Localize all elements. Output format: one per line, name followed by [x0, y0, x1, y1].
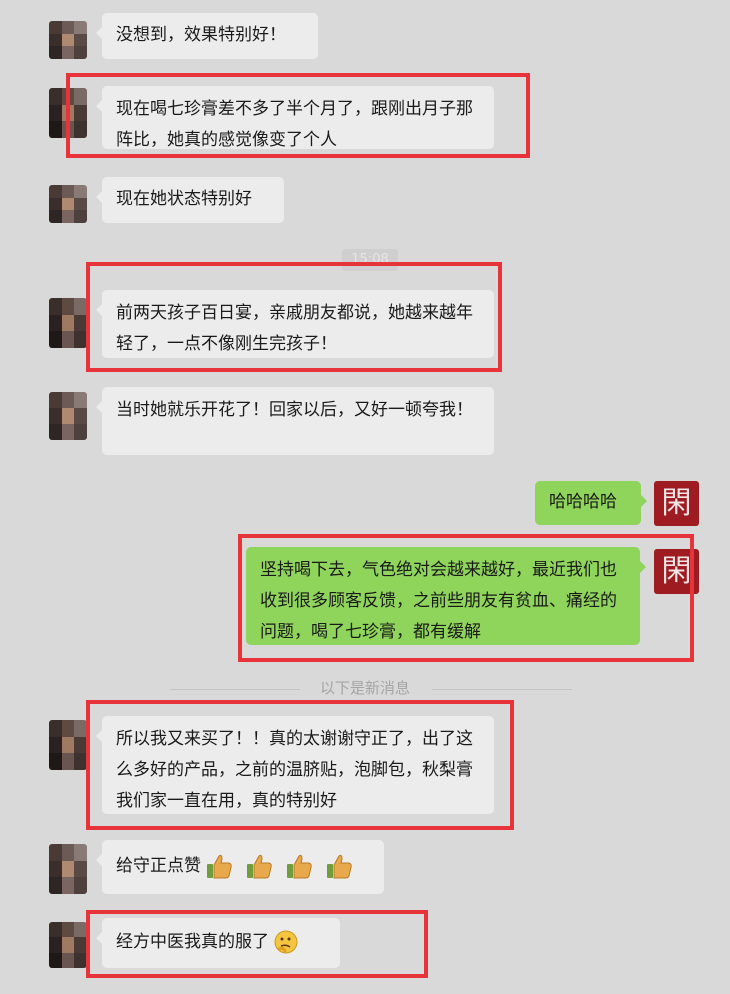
thinking-face-icon — [273, 929, 299, 955]
contact-avatar[interactable] — [49, 720, 87, 770]
message-text: 现在喝七珍膏差不多了半个月了，跟刚出月子那阵比，她真的感觉像变了个人 — [116, 99, 473, 150]
contact-avatar[interactable] — [49, 21, 87, 59]
message-text: 现在她状态特别好 — [116, 189, 252, 209]
my-avatar[interactable]: 閑 — [654, 549, 699, 594]
message-text: 没想到，效果特别好！ — [116, 25, 286, 45]
message-bubble[interactable]: 现在喝七珍膏差不多了半个月了，跟刚出月子那阵比，她真的感觉像变了个人 — [96, 86, 494, 150]
message-bubble[interactable]: 所以我又来买了！！真的太谢谢守正了，出了这么多好的产品，之前的温脐贴，泡脚包，秋… — [96, 716, 494, 814]
message-bubble[interactable]: 哈哈哈哈 — [535, 481, 647, 525]
new-messages-divider: 以下是新消息 — [319, 679, 410, 697]
contact-avatar[interactable] — [49, 88, 87, 138]
thumbs-up-icon — [205, 852, 233, 880]
thumbs-up-icon — [285, 852, 313, 880]
message-text: 哈哈哈哈 — [549, 492, 617, 512]
thumbs-up-icon — [325, 852, 353, 880]
contact-avatar[interactable] — [49, 185, 87, 223]
timestamp-chip: 15:08 — [342, 249, 398, 271]
message-text: 给守正点赞 — [116, 856, 201, 876]
message-bubble[interactable]: 现在她状态特别好 — [96, 177, 284, 223]
message-bubble[interactable]: 当时她就乐开花了！回家以后，又好一顿夸我！ — [96, 387, 494, 455]
my-avatar[interactable]: 閑 — [654, 481, 699, 526]
thumbs-up-icon — [245, 852, 273, 880]
message-text: 当时她就乐开花了！回家以后，又好一顿夸我！ — [116, 400, 473, 420]
message-bubble[interactable]: 前两天孩子百日宴，亲戚朋友都说，她越来越年轻了，一点不像刚生完孩子！ — [96, 290, 494, 358]
contact-avatar[interactable] — [49, 392, 87, 440]
message-bubble[interactable]: 经方中医我真的服了 — [96, 918, 340, 968]
contact-avatar[interactable] — [49, 298, 87, 348]
contact-avatar[interactable] — [49, 844, 87, 894]
message-text: 前两天孩子百日宴，亲戚朋友都说，她越来越年轻了，一点不像刚生完孩子！ — [116, 303, 473, 354]
message-text: 经方中医我真的服了 — [116, 932, 269, 952]
contact-avatar[interactable] — [49, 922, 87, 968]
message-text: 坚持喝下去，气色绝对会越来越好，最近我们也收到很多顾客反馈，之前些朋友有贫血、痛… — [260, 560, 617, 642]
message-bubble[interactable]: 没想到，效果特别好！ — [96, 13, 318, 59]
message-bubble[interactable]: 坚持喝下去，气色绝对会越来越好，最近我们也收到很多顾客反馈，之前些朋友有贫血、痛… — [246, 547, 646, 645]
message-bubble[interactable]: 给守正点赞 — [96, 840, 384, 894]
message-text: 所以我又来买了！！真的太谢谢守正了，出了这么多好的产品，之前的温脐贴，泡脚包，秋… — [116, 729, 473, 811]
